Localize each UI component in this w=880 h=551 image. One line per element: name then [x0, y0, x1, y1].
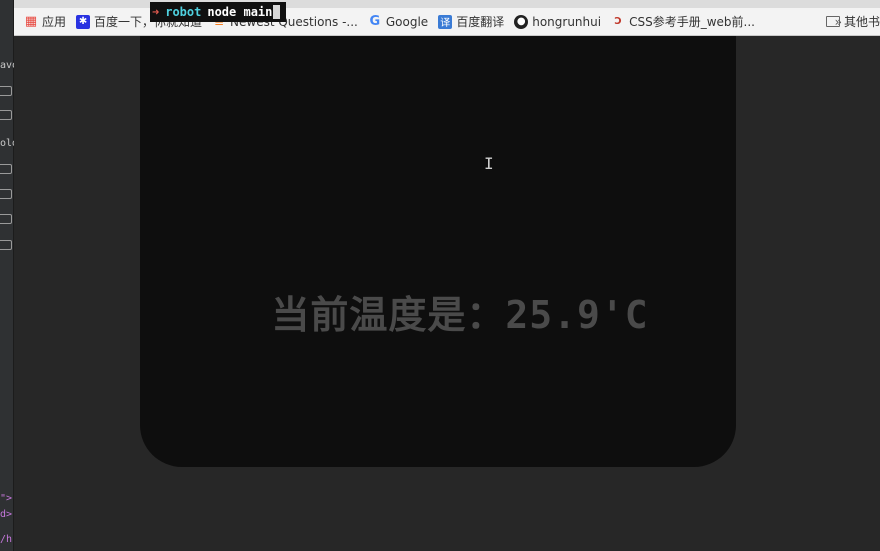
- apps-grid-icon: ▦: [24, 14, 38, 29]
- folder-icon: [825, 16, 840, 27]
- sidebar-label: avo: [0, 60, 14, 71]
- baidu-translate-icon: 译: [438, 14, 453, 29]
- copy-icon: [0, 110, 12, 120]
- browser-tab-strip: [14, 0, 880, 8]
- temperature-display-panel: I 当前温度是：25.9'C: [140, 36, 736, 467]
- folder-icon[interactable]: [0, 164, 12, 174]
- terminal-directory: robot: [165, 5, 202, 19]
- folder-icon[interactable]: [0, 189, 12, 199]
- bookmark-label: CSS参考手册_web前...: [629, 15, 755, 29]
- editor-sidebar-edge: avo olde "> d> /h: [0, 0, 14, 551]
- code-line: d>: [0, 509, 13, 520]
- bookmark-apps[interactable]: ▦ 应用: [24, 13, 66, 30]
- terminal-cursor: [273, 5, 281, 19]
- bookmark-label: Google: [385, 14, 429, 29]
- screen: ▦ 应用 ✱ 百度一下，你就知道 ≡ Newest Questions -...…: [0, 0, 880, 551]
- bookmarks-bar: ▦ 应用 ✱ 百度一下，你就知道 ≡ Newest Questions -...…: [14, 8, 880, 36]
- code-line: /h: [0, 534, 13, 545]
- bookmark-label: 百度翻译: [456, 15, 505, 29]
- bookmark-baidu-translate[interactable]: 译 百度翻译: [438, 13, 504, 30]
- bookmark-label: hongrunhui: [532, 14, 602, 29]
- other-bookmarks-label: 其他书: [843, 15, 880, 29]
- folder-icon[interactable]: [0, 214, 12, 224]
- github-icon: ●: [514, 14, 529, 29]
- bookmark-github[interactable]: ● hongrunhui: [514, 14, 602, 29]
- terminal-command: node main: [207, 5, 273, 19]
- bookmark-google[interactable]: G Google: [368, 14, 429, 29]
- baidu-paw-icon: ✱: [76, 14, 91, 29]
- bookmark-label: 应用: [42, 15, 67, 29]
- css-ref-icon: Ↄ: [614, 16, 622, 27]
- other-bookmarks-folder[interactable]: 其他书: [825, 13, 880, 30]
- sidebar-label: olde: [0, 138, 14, 149]
- google-g-icon: G: [369, 14, 381, 29]
- text-cursor-icon: I: [484, 154, 494, 173]
- temperature-readout: 当前温度是：25.9'C: [271, 293, 649, 337]
- prompt-arrow-icon: ➜: [152, 5, 160, 19]
- bookmark-css-reference[interactable]: Ↄ CSS参考手册_web前...: [611, 13, 755, 30]
- terminal-prompt[interactable]: ➜ robot node main: [150, 2, 286, 22]
- mail-icon: [0, 86, 12, 96]
- folder-icon[interactable]: [0, 240, 12, 250]
- code-line: ">: [0, 493, 13, 504]
